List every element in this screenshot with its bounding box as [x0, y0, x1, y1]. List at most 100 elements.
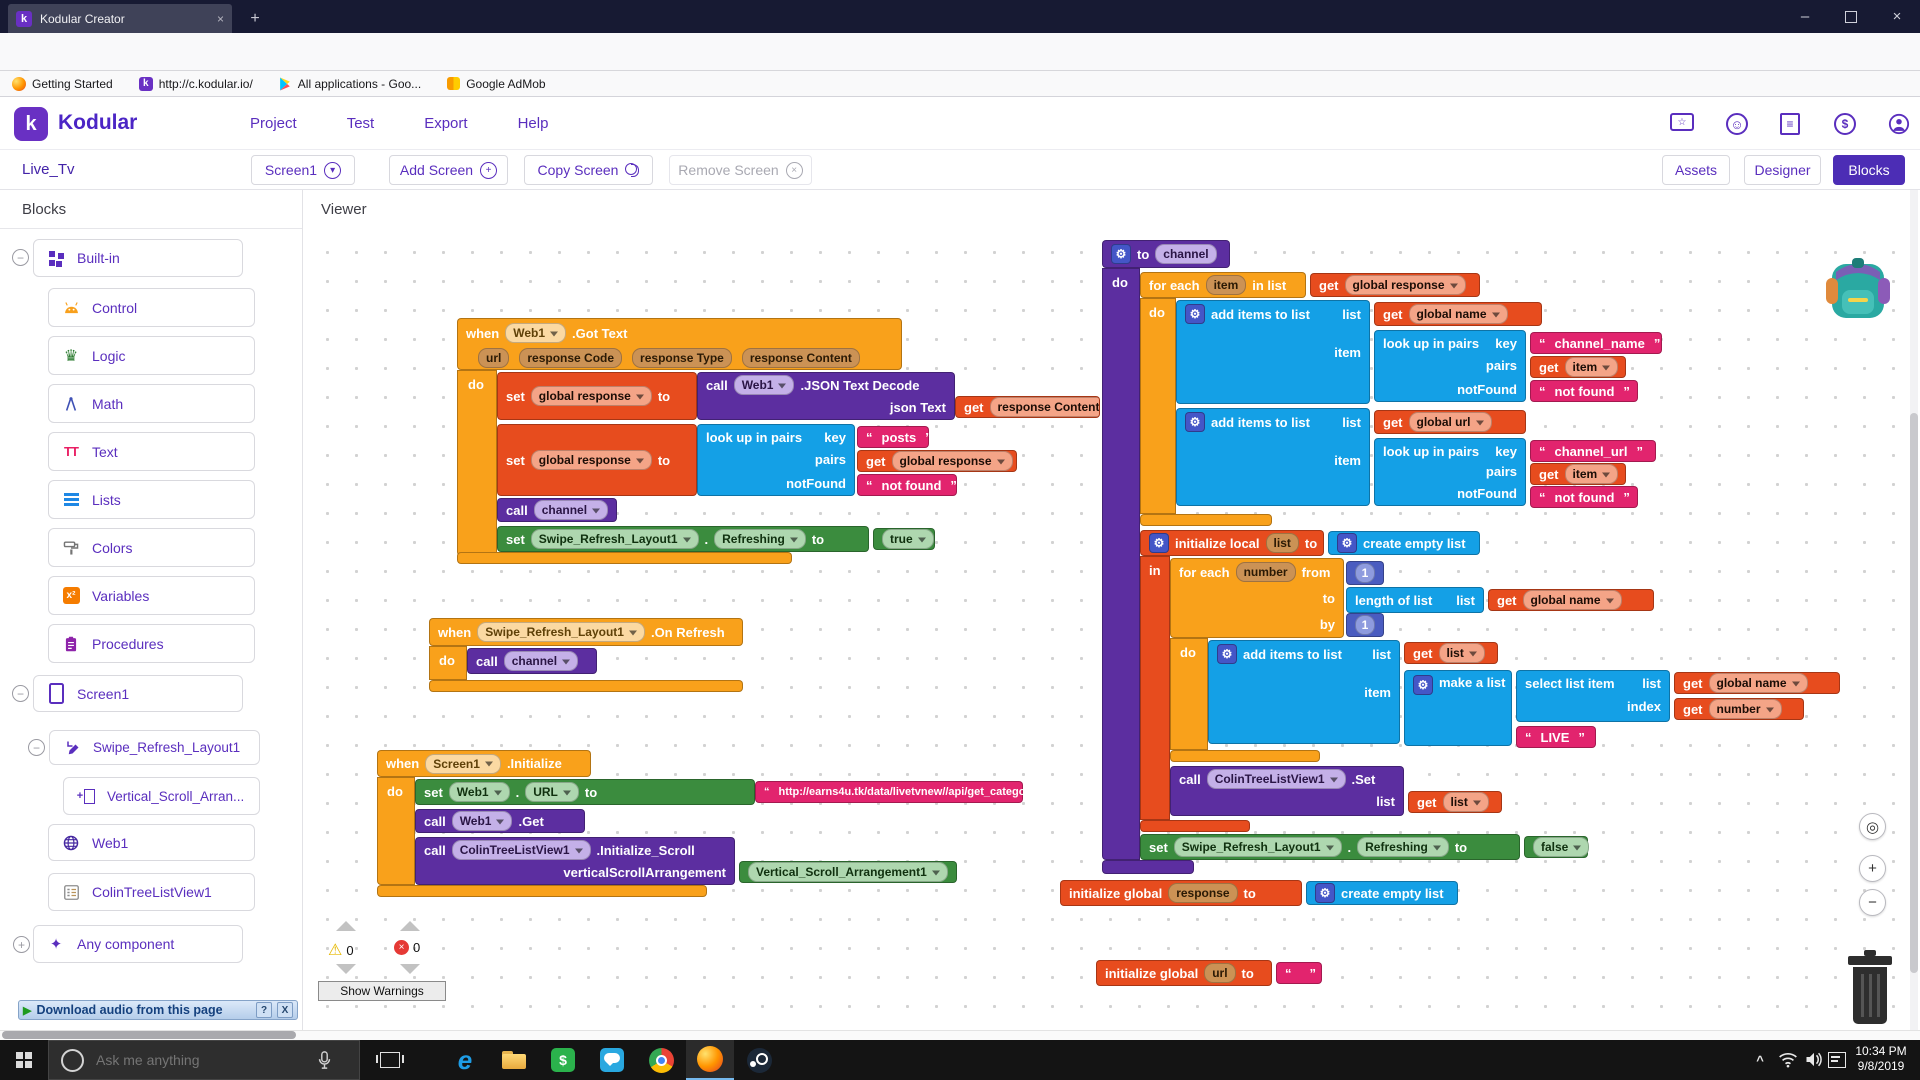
sidebar-item-control[interactable]: Control: [48, 288, 255, 327]
kodular-logo[interactable]: k: [14, 107, 48, 141]
block-call-initialize-scroll[interactable]: callColinTreeListView1.Initialize_Scroll…: [415, 837, 735, 885]
component-dropdown[interactable]: Vertical_Scroll_Arrangement1: [748, 862, 948, 882]
microphone-icon[interactable]: [318, 1051, 331, 1069]
collapse-swipe-layout-icon[interactable]: −: [28, 739, 45, 756]
add-screen-button[interactable]: Add Screen+: [389, 155, 508, 185]
variable-dropdown[interactable]: response Content: [990, 397, 1101, 417]
sidebar-item-procedures[interactable]: Procedures: [48, 624, 255, 663]
block-get-response-content[interactable]: getresponse Content: [955, 396, 1100, 418]
block-string-not-found[interactable]: not found: [1530, 486, 1638, 508]
sidebar-item-screen1[interactable]: Screen1: [33, 675, 243, 712]
block-when-on-refresh[interactable]: whenSwipe_Refresh_Layout1.On Refresh: [429, 618, 743, 646]
error-prev-arrow[interactable]: [400, 921, 420, 931]
canvas-vertical-scrollbar-thumb[interactable]: [1910, 413, 1918, 973]
expand-any-component-icon[interactable]: +: [13, 936, 30, 953]
block-add-items-to-list[interactable]: ⚙add items to listlist item: [1176, 300, 1370, 404]
block-for-each-item[interactable]: for eachitemin list: [1140, 272, 1306, 298]
block-length-of-list[interactable]: length of listlist: [1346, 587, 1484, 613]
tray-action-center-icon[interactable]: [1828, 1052, 1846, 1068]
component-dropdown[interactable]: Swipe_Refresh_Layout1: [1174, 837, 1342, 857]
tray-wifi-icon[interactable]: [1778, 1051, 1798, 1073]
block-string-channel-name[interactable]: channel_name: [1530, 332, 1662, 354]
sidebar-item-colintreelistview1[interactable]: ColinTreeListView1: [48, 873, 255, 911]
sidebar-item-swipe-refresh-layout1[interactable]: Swipe_Refresh_Layout1: [49, 730, 260, 765]
block-call-web1-get[interactable]: callWeb1.Get: [415, 809, 585, 833]
block-lookup-pairs[interactable]: look up in pairskey pairs notFound: [1374, 330, 1526, 402]
block-set-global-response[interactable]: setglobal responseto: [497, 372, 697, 420]
block-number-1[interactable]: 1: [1346, 613, 1384, 637]
menu-test[interactable]: Test: [347, 115, 375, 132]
block-when-screen1-initialize[interactable]: whenScreen1.Initialize: [377, 750, 591, 777]
variable-dropdown[interactable]: number: [1709, 699, 1782, 719]
screen-select-button[interactable]: Screen1▾: [251, 155, 355, 185]
component-dropdown[interactable]: Swipe_Refresh_Layout1: [531, 529, 699, 549]
component-dropdown[interactable]: Web1: [505, 323, 566, 343]
warning-prev-arrow[interactable]: [336, 921, 356, 931]
page-horizontal-scrollbar-thumb[interactable]: [2, 1031, 296, 1039]
taskbar-edge-icon[interactable]: e: [441, 1040, 489, 1080]
collapse-screen1-icon[interactable]: −: [12, 685, 29, 702]
taskbar-clock[interactable]: 10:34 PM9/8/2019: [1848, 1044, 1914, 1076]
block-get-global-url[interactable]: getglobal url: [1374, 410, 1526, 434]
window-close-button[interactable]: ×: [1874, 0, 1920, 33]
block-get-global-name[interactable]: getglobal name: [1674, 672, 1840, 694]
global-variable[interactable]: url: [1204, 963, 1235, 983]
new-tab-button[interactable]: +: [240, 4, 270, 33]
block-call-channel[interactable]: callchannel: [497, 498, 617, 522]
download-bar-help-button[interactable]: ?: [256, 1002, 272, 1018]
block-get-list[interactable]: getlist: [1404, 642, 1498, 664]
recenter-blocks-button[interactable]: ◎: [1859, 813, 1886, 840]
start-button[interactable]: [0, 1040, 48, 1080]
block-string-url[interactable]: http://earns4u.tk/data/livetvnew//api/ge…: [755, 781, 1023, 803]
block-get-item[interactable]: getitem: [1530, 463, 1626, 485]
block-get-global-response[interactable]: getglobal response: [1310, 273, 1480, 297]
block-get-list[interactable]: getlist: [1408, 791, 1502, 813]
block-call-channel[interactable]: callchannel: [467, 648, 597, 674]
tab-close-icon[interactable]: ×: [217, 12, 224, 26]
variable-dropdown[interactable]: global response: [531, 386, 652, 406]
sidebar-item-variables[interactable]: x²Variables: [48, 576, 255, 615]
procedure-dropdown[interactable]: channel: [504, 651, 578, 671]
event-param[interactable]: response Content: [742, 348, 860, 368]
mutator-gear-icon[interactable]: ⚙: [1315, 883, 1335, 903]
variable-dropdown[interactable]: global name: [1709, 673, 1808, 693]
local-variable[interactable]: list: [1266, 533, 1299, 553]
profile-icon[interactable]: [1888, 113, 1910, 135]
menu-help[interactable]: Help: [518, 115, 549, 132]
block-add-items-to-list[interactable]: ⚙add items to listlist item: [1176, 408, 1370, 506]
global-variable[interactable]: response: [1168, 883, 1237, 903]
property-dropdown[interactable]: Refreshing: [1357, 837, 1449, 857]
block-select-list-item[interactable]: select list itemlist index: [1516, 670, 1670, 722]
block-get-number[interactable]: getnumber: [1674, 698, 1804, 720]
block-initialize-local-list[interactable]: ⚙initialize locallistto: [1140, 530, 1324, 556]
window-restore-button[interactable]: [1828, 0, 1874, 33]
sidebar-item-any-component[interactable]: ✦Any component: [33, 925, 243, 963]
taskbar-money-app-icon[interactable]: $: [539, 1040, 587, 1080]
variable-dropdown[interactable]: item: [1565, 357, 1619, 377]
sidebar-item-builtin[interactable]: Built-in: [33, 239, 243, 277]
procedure-dropdown[interactable]: channel: [534, 500, 608, 520]
sidebar-item-lists[interactable]: Lists: [48, 480, 255, 519]
block-add-items-to-list[interactable]: ⚙add items to listlist item: [1208, 640, 1400, 744]
download-bar-close-button[interactable]: X: [277, 1002, 293, 1018]
feedback-icon[interactable]: ☺: [1726, 113, 1748, 135]
mutator-gear-icon[interactable]: ⚙: [1185, 412, 1205, 432]
event-param[interactable]: response Type: [632, 348, 732, 368]
block-get-global-name[interactable]: getglobal name: [1374, 302, 1542, 326]
component-dropdown[interactable]: Web1: [734, 375, 795, 395]
variable-dropdown[interactable]: global url: [1409, 412, 1492, 432]
event-param[interactable]: url: [478, 348, 509, 368]
block-set-web1-url[interactable]: setWeb1.URLto: [415, 779, 755, 805]
bookmark-play-console[interactable]: All applications - Goo...: [279, 77, 421, 91]
earnings-icon[interactable]: $: [1834, 113, 1856, 135]
block-set-refreshing-false[interactable]: setSwipe_Refresh_Layout1.Refreshingto: [1140, 834, 1520, 860]
loop-variable[interactable]: number: [1236, 562, 1296, 582]
component-dropdown[interactable]: ColinTreeListView1: [1207, 769, 1346, 789]
mutator-gear-icon[interactable]: ⚙: [1111, 244, 1131, 264]
block-string-posts[interactable]: posts: [857, 426, 929, 448]
mutator-gear-icon[interactable]: ⚙: [1413, 675, 1433, 695]
taskbar-search-box[interactable]: [48, 1040, 360, 1080]
tray-volume-icon[interactable]: [1804, 1051, 1824, 1073]
block-get-global-response[interactable]: getglobal response: [857, 450, 1017, 472]
taskbar-chrome-icon[interactable]: [637, 1040, 685, 1080]
